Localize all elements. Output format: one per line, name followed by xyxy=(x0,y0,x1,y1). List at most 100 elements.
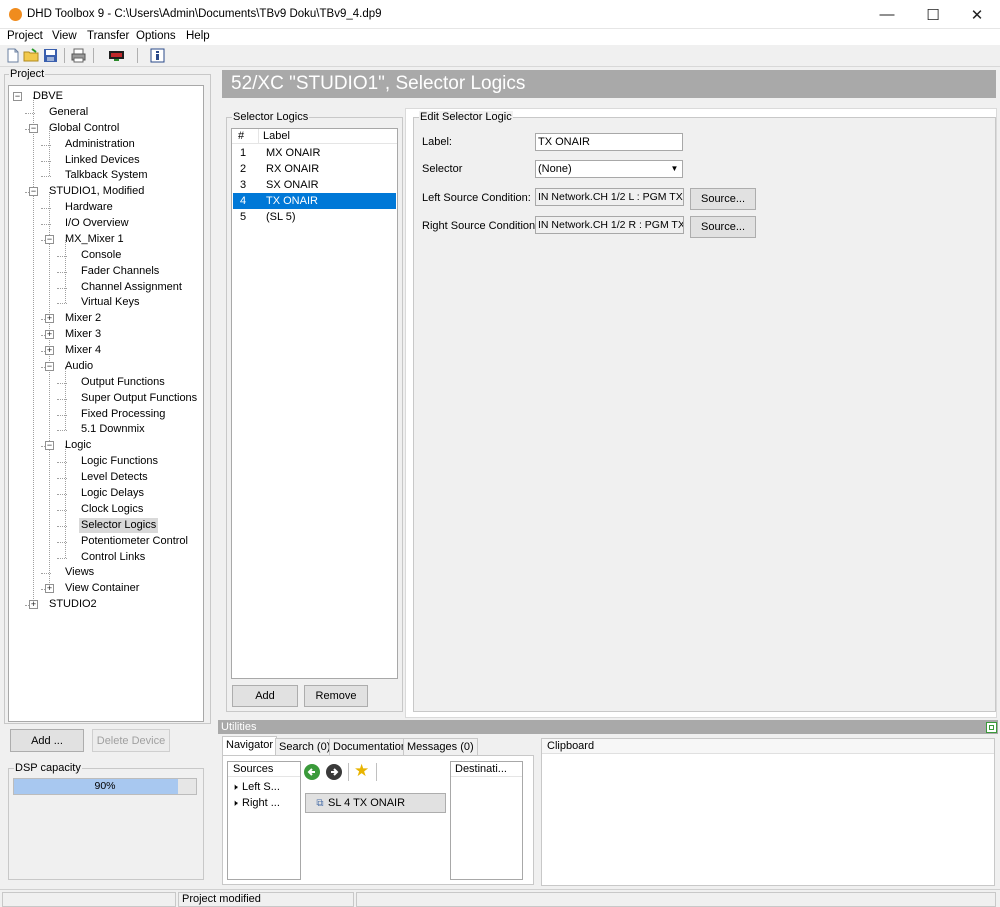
list-header: # Label xyxy=(232,129,397,144)
print-icon[interactable] xyxy=(70,47,87,64)
menu-help[interactable]: Help xyxy=(186,30,210,42)
tree-item-level-detects[interactable]: Level Detects xyxy=(79,470,150,485)
tree-item-studio1-modified[interactable]: STUDIO1, Modified xyxy=(47,184,146,199)
tab-navigator[interactable]: Navigator xyxy=(222,736,278,755)
selector-dropdown[interactable]: (None) ▼ xyxy=(535,160,683,178)
tree-item-dbve[interactable]: DBVE xyxy=(31,89,65,104)
tab-search[interactable]: Search (0) xyxy=(275,738,335,756)
add-device-button[interactable]: Add ... xyxy=(10,729,84,752)
dsp-capacity-value: 90% xyxy=(94,780,116,792)
tree-item-fixed-processing[interactable]: Fixed Processing xyxy=(79,407,167,422)
collapse-icon[interactable]: − xyxy=(29,187,38,197)
transfer-device-icon[interactable] xyxy=(108,47,125,64)
menu-transfer[interactable]: Transfer xyxy=(87,30,129,42)
collapse-icon[interactable]: − xyxy=(45,361,54,371)
chevron-down-icon[interactable]: ▼ xyxy=(667,161,682,177)
maximize-button[interactable]: ☐ xyxy=(910,0,956,29)
speaker-icon: 🕨 xyxy=(232,782,238,792)
nav-item-selector-logic[interactable]: ⧉ SL 4 TX ONAIR xyxy=(305,793,446,813)
dsp-capacity-bar: 90% xyxy=(13,778,197,795)
tree-item-potentiometer-control[interactable]: Potentiometer Control xyxy=(79,534,190,549)
project-tree[interactable]: − DBVE General − Global Control Administratio… xyxy=(8,85,204,722)
tab-documentation[interactable]: Documentation xyxy=(329,738,411,756)
list-item-num: 1 xyxy=(240,147,247,159)
menu-project[interactable]: Project xyxy=(7,30,43,42)
open-folder-icon[interactable] xyxy=(23,47,40,64)
add-button[interactable]: Add xyxy=(232,685,298,707)
expand-icon[interactable]: + xyxy=(45,346,54,356)
tree-item-clock-logics[interactable]: Clock Logics xyxy=(79,502,145,517)
forward-arrow-icon[interactable] xyxy=(326,764,342,780)
tree-item-view-container[interactable]: View Container xyxy=(63,581,141,596)
tree-item-super-output-functions[interactable]: Super Output Functions xyxy=(79,391,199,406)
back-arrow-icon[interactable] xyxy=(304,764,320,780)
col-header-num[interactable]: # xyxy=(238,130,244,142)
tab-messages[interactable]: Messages (0) xyxy=(403,738,478,756)
tree-item-mixer-2[interactable]: Mixer 2 xyxy=(63,311,103,326)
tree-item-logic-delays[interactable]: Logic Delays xyxy=(79,486,146,501)
page-title: 52/XC "STUDIO1", Selector Logics xyxy=(222,70,996,98)
tree-item-logic-functions[interactable]: Logic Functions xyxy=(79,454,160,469)
list-item[interactable]: 3 SX ONAIR xyxy=(233,177,396,193)
save-icon[interactable] xyxy=(42,47,59,64)
tree-item-hardware[interactable]: Hardware xyxy=(63,200,115,215)
selector-value: (None) xyxy=(538,163,572,175)
sources-list[interactable]: Sources 🕨 Left S... 🕨 Right ... xyxy=(227,761,301,880)
expand-icon[interactable]: + xyxy=(29,600,38,610)
list-item-num: 3 xyxy=(240,179,247,191)
clipboard-panel[interactable]: Clipboard xyxy=(541,738,995,886)
tree-item-i-o-overview[interactable]: I/O Overview xyxy=(63,216,131,231)
splitter[interactable] xyxy=(213,68,217,886)
tree-item-channel-assignment[interactable]: Channel Assignment xyxy=(79,280,184,295)
tree-item-control-links[interactable]: Control Links xyxy=(79,550,147,565)
expand-icon[interactable]: + xyxy=(45,314,54,324)
remove-button[interactable]: Remove xyxy=(304,685,368,707)
collapse-icon[interactable]: − xyxy=(45,234,54,244)
collapse-icon[interactable]: − xyxy=(29,123,38,133)
tree-item-mixer-4[interactable]: Mixer 4 xyxy=(63,343,103,358)
collapse-icon[interactable]: − xyxy=(13,92,22,101)
tree-item-selector-logics[interactable]: Selector Logics xyxy=(79,517,159,533)
tree-item-mixer-3[interactable]: Mixer 3 xyxy=(63,327,103,342)
tree-item-console[interactable]: Console xyxy=(79,248,123,263)
expand-icon[interactable]: + xyxy=(45,584,54,594)
new-file-icon[interactable] xyxy=(4,47,21,64)
tree-item-administration[interactable]: Administration xyxy=(63,137,137,152)
menu-options[interactable]: Options xyxy=(136,30,176,42)
tree-item-5-1-downmix[interactable]: 5.1 Downmix xyxy=(79,422,147,437)
destinations-header: Destinati... xyxy=(451,762,522,777)
tree-item-output-functions[interactable]: Output Functions xyxy=(79,375,167,390)
list-item[interactable]: 4 TX ONAIR xyxy=(233,193,396,209)
tree-item-general[interactable]: General xyxy=(47,105,90,120)
menu-view[interactable]: View xyxy=(52,30,77,42)
star-icon[interactable]: ★ xyxy=(354,762,372,780)
source-right[interactable]: 🕨 Right ... xyxy=(232,796,280,810)
label-input[interactable]: TX ONAIR xyxy=(535,133,683,151)
col-header-label[interactable]: Label xyxy=(263,130,290,142)
delete-device-button[interactable]: Delete Device xyxy=(92,729,170,752)
tree-item-virtual-keys[interactable]: Virtual Keys xyxy=(79,295,142,310)
selector-logics-list[interactable]: # Label 1 MX ONAIR 2 RX ONAIR 3 SX ONAIR 4 TX O… xyxy=(231,128,398,679)
tree-item-logic[interactable]: Logic xyxy=(63,438,93,453)
tree-item-fader-channels[interactable]: Fader Channels xyxy=(79,264,161,279)
tree-item-global-control[interactable]: Global Control xyxy=(47,121,121,136)
close-button[interactable]: ✕ xyxy=(954,0,1000,29)
expand-icon[interactable]: + xyxy=(45,330,54,340)
right-source-button[interactable]: Source... xyxy=(690,216,756,238)
tree-item-audio[interactable]: Audio xyxy=(63,359,95,374)
utilities-toggle-icon[interactable] xyxy=(986,722,997,733)
destinations-list[interactable]: Destinati... xyxy=(450,761,523,880)
list-item[interactable]: 1 MX ONAIR xyxy=(233,145,396,161)
list-item[interactable]: 2 RX ONAIR xyxy=(233,161,396,177)
tree-item-views[interactable]: Views xyxy=(63,565,96,580)
left-source-button[interactable]: Source... xyxy=(690,188,756,210)
tree-item-talkback-system[interactable]: Talkback System xyxy=(63,168,150,183)
tree-item-studio2[interactable]: STUDIO2 xyxy=(47,597,99,612)
collapse-icon[interactable]: − xyxy=(45,441,54,451)
tree-item-mx-mixer-1[interactable]: MX_Mixer 1 xyxy=(63,232,126,247)
list-item[interactable]: 5 (SL 5) xyxy=(233,209,396,225)
info-icon[interactable] xyxy=(149,47,166,64)
source-left[interactable]: 🕨 Left S... xyxy=(232,780,280,794)
tree-item-linked-devices[interactable]: Linked Devices xyxy=(63,153,142,168)
minimize-button[interactable]: — xyxy=(864,0,910,29)
